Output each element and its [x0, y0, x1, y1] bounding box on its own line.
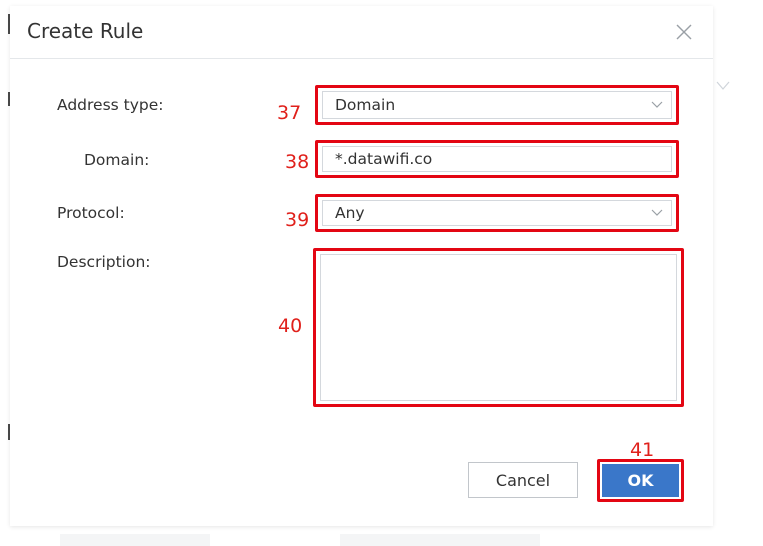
description-textarea[interactable] — [333, 255, 664, 400]
dialog-header: Create Rule — [10, 6, 713, 59]
address-type-value: Domain — [335, 96, 396, 114]
background-strip — [340, 534, 540, 546]
callout-37: 37 — [277, 102, 302, 124]
page: Create Rule Address type: 37 Domain Doma… — [0, 0, 763, 546]
callout-38: 38 — [285, 151, 310, 173]
domain-highlight — [315, 140, 679, 178]
description-label: Description: — [57, 253, 151, 271]
address-type-label: Address type: — [57, 96, 164, 114]
create-rule-dialog: Create Rule Address type: 37 Domain Doma… — [10, 6, 713, 526]
domain-field[interactable] — [322, 146, 672, 172]
ok-button[interactable]: OK — [602, 464, 679, 497]
address-type-highlight: Domain — [315, 85, 679, 125]
dialog-title: Create Rule — [27, 19, 144, 43]
description-field[interactable] — [320, 254, 677, 401]
chevron-down-icon — [651, 101, 663, 108]
close-button[interactable] — [670, 18, 698, 46]
close-icon — [676, 24, 692, 40]
description-highlight — [313, 248, 684, 407]
background-edge-left — [0, 0, 10, 546]
address-type-select[interactable]: Domain — [322, 91, 672, 119]
chevron-down-icon — [651, 209, 663, 216]
callout-41: 41 — [630, 439, 655, 461]
domain-input[interactable] — [335, 150, 659, 168]
background-chevron-glyph — [716, 79, 730, 95]
protocol-select[interactable]: Any — [322, 200, 672, 226]
background-strip — [60, 534, 210, 546]
domain-label: Domain: — [84, 151, 150, 169]
protocol-value: Any — [335, 204, 365, 222]
ok-highlight: OK — [597, 459, 684, 502]
cancel-button[interactable]: Cancel — [468, 462, 578, 498]
protocol-highlight: Any — [315, 194, 679, 232]
callout-39: 39 — [285, 209, 310, 231]
callout-40: 40 — [278, 315, 303, 337]
protocol-label: Protocol: — [57, 204, 125, 222]
